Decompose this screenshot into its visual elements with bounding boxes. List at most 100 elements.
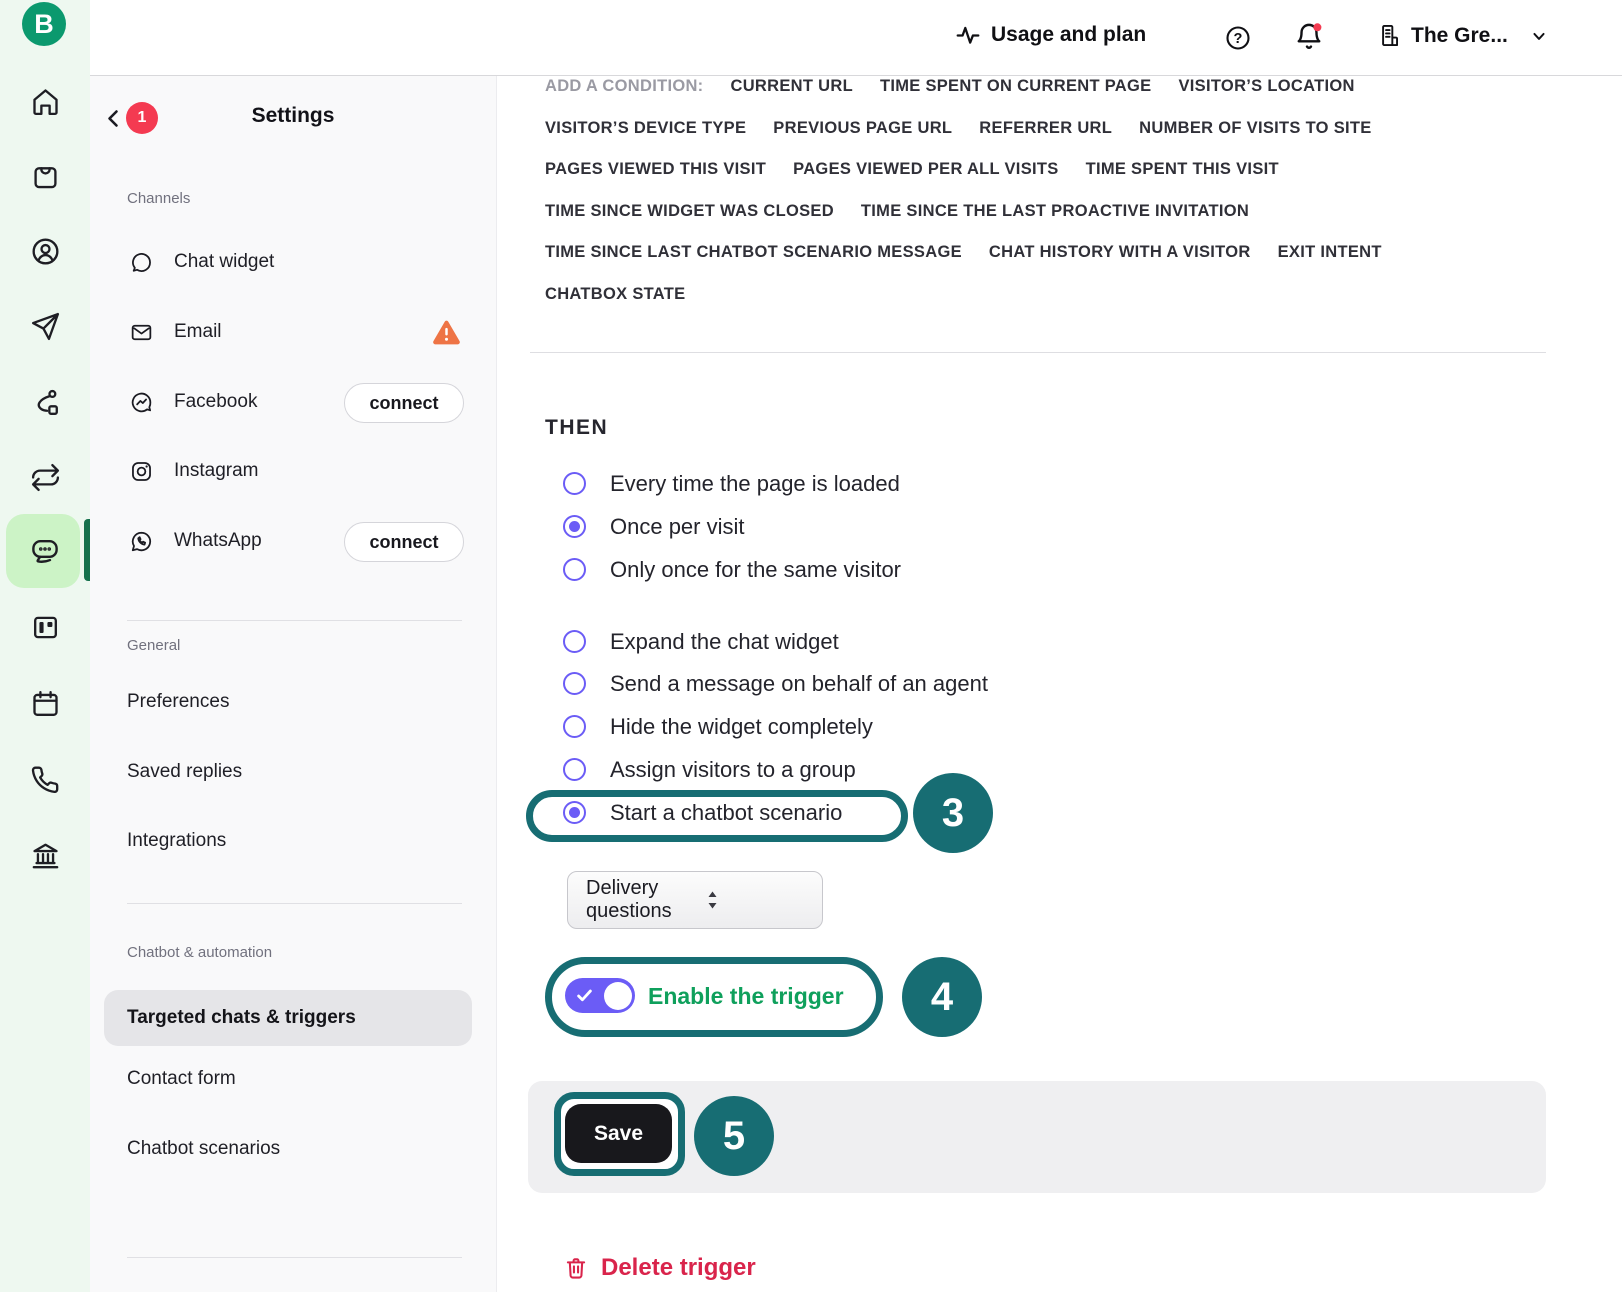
contacts-icon[interactable] [28, 234, 62, 268]
save-button[interactable]: Save [565, 1104, 672, 1163]
then-section-title: THEN [545, 416, 608, 440]
condition-chip[interactable]: VISITOR’S DEVICE TYPE [545, 119, 746, 138]
condition-chip[interactable]: TIME SPENT ON CURRENT PAGE [880, 77, 1152, 96]
email-icon [129, 320, 154, 345]
radio-icon-selected[interactable] [563, 801, 586, 824]
scenario-select[interactable]: Delivery questions [567, 871, 823, 929]
condition-chip[interactable]: TIME SINCE THE LAST PROACTIVE INVITATION [861, 202, 1249, 221]
divider [127, 903, 462, 904]
sidebar-item-preferences[interactable]: Preferences [127, 691, 229, 713]
divider [127, 1257, 462, 1258]
condition-chip[interactable]: PREVIOUS PAGE URL [773, 119, 952, 138]
phone-icon[interactable] [28, 762, 62, 796]
delete-trigger-label: Delete trigger [601, 1254, 756, 1282]
meetings-calendar-icon[interactable] [28, 686, 62, 720]
radio-icon[interactable] [563, 715, 586, 738]
add-condition-label: ADD A CONDITION: [545, 77, 703, 96]
nav-rail: B [0, 0, 90, 1292]
whatsapp-icon [129, 529, 154, 554]
condition-chip[interactable]: PAGES VIEWED PER ALL VISITS [793, 160, 1058, 179]
channel-label: Chat widget [174, 251, 274, 273]
radio-icon[interactable] [563, 630, 586, 653]
warning-icon [430, 316, 463, 349]
sidebar-item-chat-widget[interactable]: Chat widget [90, 244, 497, 280]
channels-section-label: Channels [127, 190, 190, 207]
channel-label: Instagram [174, 460, 258, 482]
orders-bag-icon[interactable] [28, 158, 62, 192]
add-condition-block: ADD A CONDITION: CURRENT URL TIME SPENT … [545, 66, 1569, 315]
enable-trigger-toggle[interactable] [565, 978, 635, 1013]
condition-chip[interactable]: PAGES VIEWED THIS VISIT [545, 160, 766, 179]
toggle-knob [604, 982, 632, 1010]
usage-and-plan-link[interactable]: Usage and plan [955, 22, 1146, 48]
radio-option-assign-visitors-group[interactable]: Assign visitors to a group [563, 748, 856, 791]
messenger-icon [129, 390, 154, 415]
transactional-repeat-icon[interactable] [28, 460, 62, 494]
channel-label: Facebook [174, 391, 257, 413]
radio-option-every-time[interactable]: Every time the page is loaded [563, 462, 900, 505]
radio-option-send-message-agent[interactable]: Send a message on behalf of an agent [563, 662, 988, 705]
condition-chip[interactable]: REFERRER URL [979, 119, 1112, 138]
selected-item-label: Targeted chats & triggers [127, 1007, 356, 1029]
notifications-bell-icon[interactable] [1293, 21, 1325, 53]
radio-icon[interactable] [563, 758, 586, 781]
sidebar-item-saved-replies[interactable]: Saved replies [127, 761, 242, 783]
campaigns-send-icon[interactable] [28, 309, 62, 343]
connect-whatsapp-button[interactable]: connect [344, 522, 464, 562]
instagram-icon [129, 459, 154, 484]
connect-facebook-button[interactable]: connect [344, 383, 464, 423]
sidebar-item-facebook[interactable]: Facebook connect [90, 384, 497, 420]
top-bar: Usage and plan ? The Gre... [90, 0, 1622, 76]
condition-chip[interactable]: NUMBER OF VISITS TO SITE [1139, 119, 1371, 138]
delete-trigger-button[interactable]: Delete trigger [563, 1254, 756, 1282]
brand-logo[interactable]: B [22, 2, 66, 46]
pulse-icon [955, 22, 981, 48]
radio-icon[interactable] [563, 558, 586, 581]
home-icon[interactable] [28, 84, 62, 118]
chat-bubble-icon [129, 250, 154, 275]
conversations-chat-icon[interactable] [28, 533, 62, 567]
condition-chip[interactable]: VISITOR’S LOCATION [1178, 77, 1354, 96]
organization-switcher[interactable]: The Gre... [1375, 22, 1549, 49]
organization-name: The Gre... [1411, 24, 1508, 48]
payments-bank-icon[interactable] [28, 838, 62, 872]
radio-option-start-chatbot-scenario[interactable]: Start a chatbot scenario [563, 791, 842, 834]
check-icon [577, 989, 592, 1002]
radio-icon[interactable] [563, 672, 586, 695]
condition-chip[interactable]: EXIT INTENT [1278, 243, 1382, 262]
radio-option-expand-chat-widget[interactable]: Expand the chat widget [563, 620, 839, 663]
radio-option-once-per-visit[interactable]: Once per visit [563, 505, 745, 548]
deals-board-icon[interactable] [28, 610, 62, 644]
organization-building-icon [1375, 22, 1402, 49]
radio-icon[interactable] [563, 472, 586, 495]
chevron-down-icon [1529, 26, 1549, 46]
condition-chip[interactable]: TIME SPENT THIS VISIT [1086, 160, 1279, 179]
radio-option-hide-widget[interactable]: Hide the widget completely [563, 705, 873, 748]
select-arrows-icon [706, 889, 808, 911]
sidebar-item-whatsapp[interactable]: WhatsApp connect [90, 523, 497, 559]
journeys-icon[interactable] [28, 385, 62, 419]
trigger-editor: ADD A CONDITION: CURRENT URL TIME SPENT … [497, 76, 1622, 1292]
condition-chip[interactable]: TIME SINCE LAST CHATBOT SCENARIO MESSAGE [545, 243, 962, 262]
condition-chip[interactable]: CURRENT URL [730, 77, 852, 96]
radio-option-only-once-same-visitor[interactable]: Only once for the same visitor [563, 548, 901, 591]
settings-title: Settings [90, 104, 496, 128]
radio-icon-selected[interactable] [563, 515, 586, 538]
annotation-step4: 4 [902, 957, 982, 1037]
sidebar-item-targeted-chats-triggers[interactable]: Targeted chats & triggers [104, 990, 472, 1046]
save-bar [528, 1081, 1546, 1193]
channel-label: Email [174, 321, 222, 343]
sidebar-item-instagram[interactable]: Instagram [90, 453, 497, 489]
condition-chip[interactable]: CHAT HISTORY WITH A VISITOR [989, 243, 1251, 262]
sidebar-item-integrations[interactable]: Integrations [127, 830, 226, 852]
condition-chip[interactable]: CHATBOX STATE [545, 285, 685, 304]
sidebar-item-email[interactable]: Email [90, 314, 497, 350]
channel-label: WhatsApp [174, 530, 262, 552]
help-icon[interactable]: ? [1224, 24, 1252, 52]
chatbot-section-label: Chatbot & automation [127, 944, 272, 961]
sidebar-item-chatbot-scenarios[interactable]: Chatbot scenarios [127, 1138, 280, 1160]
section-divider [530, 352, 1546, 353]
condition-chip[interactable]: TIME SINCE WIDGET WAS CLOSED [545, 202, 834, 221]
sidebar-item-contact-form[interactable]: Contact form [127, 1068, 236, 1090]
scenario-select-value: Delivery questions [586, 877, 688, 923]
